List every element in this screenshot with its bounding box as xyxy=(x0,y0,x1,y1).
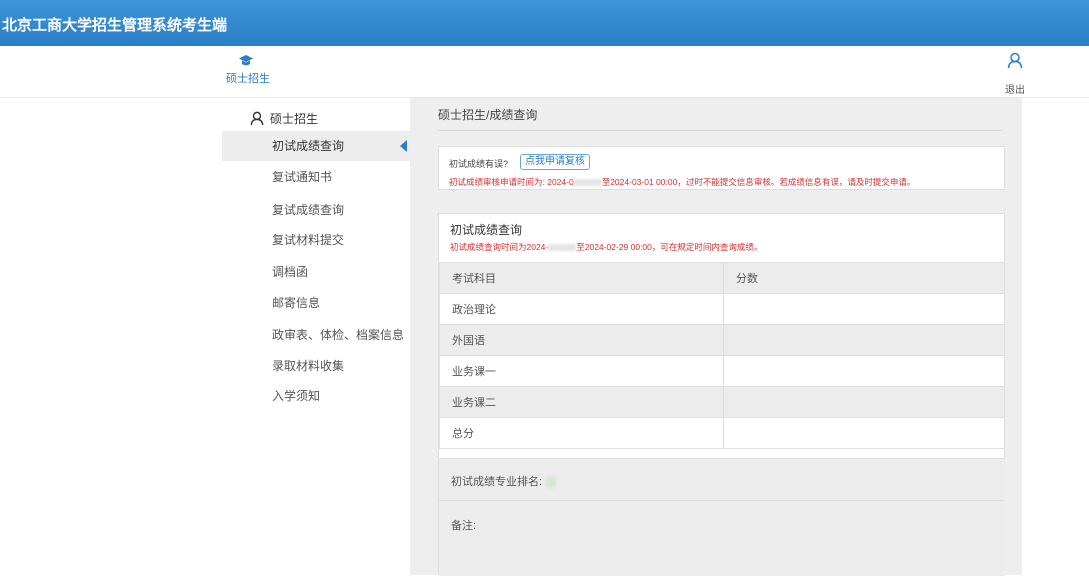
breadcrumb-divider xyxy=(438,130,1002,131)
nav-bar: 硕士招生 退出 xyxy=(0,46,1089,98)
sidebar-item-label: 初试成绩查询 xyxy=(272,139,345,153)
sidebar-item-label: 复试成绩查询 xyxy=(272,203,345,217)
query-time-part1: 初试成绩查询时间为2024- xyxy=(450,242,549,252)
table-header-row: 考试科目 分数 xyxy=(439,262,1005,294)
notice-question: 初试成绩有误? xyxy=(449,159,509,169)
sidebar-item-label: 复试材料提交 xyxy=(272,233,345,247)
redacted-date xyxy=(548,244,577,252)
score-table: 考试科目 分数 政治理论 外国语 业务课一 业务课二 总分 xyxy=(439,262,1005,449)
remarks-label: 备注: xyxy=(451,520,477,532)
tab-master-admission[interactable]: 硕士招生 xyxy=(226,54,270,86)
table-row: 外国语 xyxy=(439,324,1005,356)
subject-cell: 业务课一 xyxy=(439,355,724,387)
initial-score-panel: 初试成绩查询 初试成绩查询时间为2024- 至2024-02-29 00:00，可… xyxy=(438,213,1005,576)
user-icon xyxy=(250,111,264,125)
subject-cell: 外国语 xyxy=(439,324,724,356)
panel-title: 初试成绩查询 xyxy=(450,223,523,237)
score-review-notice: 初试成绩有误? 点我申请复核 初试成绩审核申请时间为: 2024-0 至2024-… xyxy=(438,146,1005,190)
score-cell xyxy=(723,386,1005,418)
major-rank-row: 初试成绩专业排名: xyxy=(439,458,1005,500)
notice-text-part1: 初试成绩审核申请时间为: 2024-0 xyxy=(449,177,574,187)
sidebar-item-retest-materials[interactable]: 复试材料提交 xyxy=(222,225,410,255)
breadcrumb: 硕士招生/成绩查询 xyxy=(438,108,538,122)
sidebar-item-file-transfer-letter[interactable]: 调档函 xyxy=(222,257,410,287)
score-cell xyxy=(723,355,1005,387)
graduation-cap-icon xyxy=(239,55,253,66)
sidebar-item-mailing-info[interactable]: 邮寄信息 xyxy=(222,288,410,318)
table-row: 业务课一 xyxy=(439,355,1005,387)
sidebar-item-political-health-archive[interactable]: 政审表、体检、档案信息 xyxy=(222,320,410,350)
table-row: 总分 xyxy=(439,417,1005,449)
top-header-bar: 北京工商大学招生管理系统考生端 xyxy=(0,0,1089,46)
logout-label: 退出 xyxy=(1005,85,1025,96)
table-row: 政治理论 xyxy=(439,293,1005,325)
score-cell xyxy=(723,293,1005,325)
sidebar-item-label: 邮寄信息 xyxy=(272,296,321,310)
sidebar-item-retest-notice[interactable]: 复试通知书 xyxy=(222,162,410,192)
active-indicator-arrow xyxy=(400,140,407,152)
rank-label-text: 初试成绩专业排名: xyxy=(451,476,543,488)
user-icon xyxy=(1007,52,1023,69)
notice-deadline-text: 初试成绩审核申请时间为: 2024-0 至2024-03-01 00:00，过时不… xyxy=(449,176,915,188)
column-header-subject: 考试科目 xyxy=(439,262,724,294)
sidebar-heading: 硕士招生 xyxy=(250,108,318,128)
sidebar-item-label: 入学须知 xyxy=(272,389,321,403)
score-cell xyxy=(723,324,1005,356)
sidebar-item-label: 调档函 xyxy=(272,265,309,279)
score-cell xyxy=(723,417,1005,449)
sidebar-item-label: 录取材料收集 xyxy=(272,359,345,373)
app-title: 北京工商大学招生管理系统考生端 xyxy=(2,17,228,34)
remarks-row: 备注: xyxy=(439,500,1005,576)
sidebar: 硕士招生 初试成绩查询 复试通知书 复试成绩查询 复试材料提交 调档函 邮寄信息… xyxy=(222,98,410,575)
sidebar-item-label: 复试通知书 xyxy=(272,170,333,184)
column-header-score: 分数 xyxy=(723,262,1005,294)
sidebar-item-enrollment-notice[interactable]: 入学须知 xyxy=(222,381,410,411)
notice-text-part2: 至2024-03-01 00:00，过时不能提交信息审核。若成绩信息有误，请及时… xyxy=(601,177,916,187)
subject-cell: 政治理论 xyxy=(439,293,724,325)
main-content: 硕士招生/成绩查询 初试成绩有误? 点我申请复核 初试成绩审核申请时间为: 20… xyxy=(410,98,1022,576)
sidebar-item-retest-score[interactable]: 复试成绩查询 xyxy=(222,195,410,225)
redacted-date xyxy=(573,179,602,187)
subject-cell: 总分 xyxy=(439,417,724,449)
query-time-part2: 至2024-02-29 00:00，可在规定时间内查询成绩。 xyxy=(576,242,763,252)
sidebar-item-initial-score-query[interactable]: 初试成绩查询 xyxy=(222,131,410,161)
sidebar-item-admission-materials[interactable]: 录取材料收集 xyxy=(222,351,410,381)
rank-label: 初试成绩专业排名: xyxy=(451,473,557,489)
logout-button[interactable]: 退出 xyxy=(1000,52,1030,96)
subject-cell: 业务课二 xyxy=(439,386,724,418)
sidebar-heading-label: 硕士招生 xyxy=(270,111,319,126)
apply-review-button[interactable]: 点我申请复核 xyxy=(520,154,590,170)
tab-label: 硕士招生 xyxy=(226,73,270,85)
table-row: 业务课二 xyxy=(439,386,1005,418)
redacted-rank xyxy=(546,476,557,489)
panel-query-time: 初试成绩查询时间为2024- 至2024-02-29 00:00，可在规定时间内查… xyxy=(450,241,762,253)
sidebar-item-label: 政审表、体检、档案信息 xyxy=(272,328,405,342)
